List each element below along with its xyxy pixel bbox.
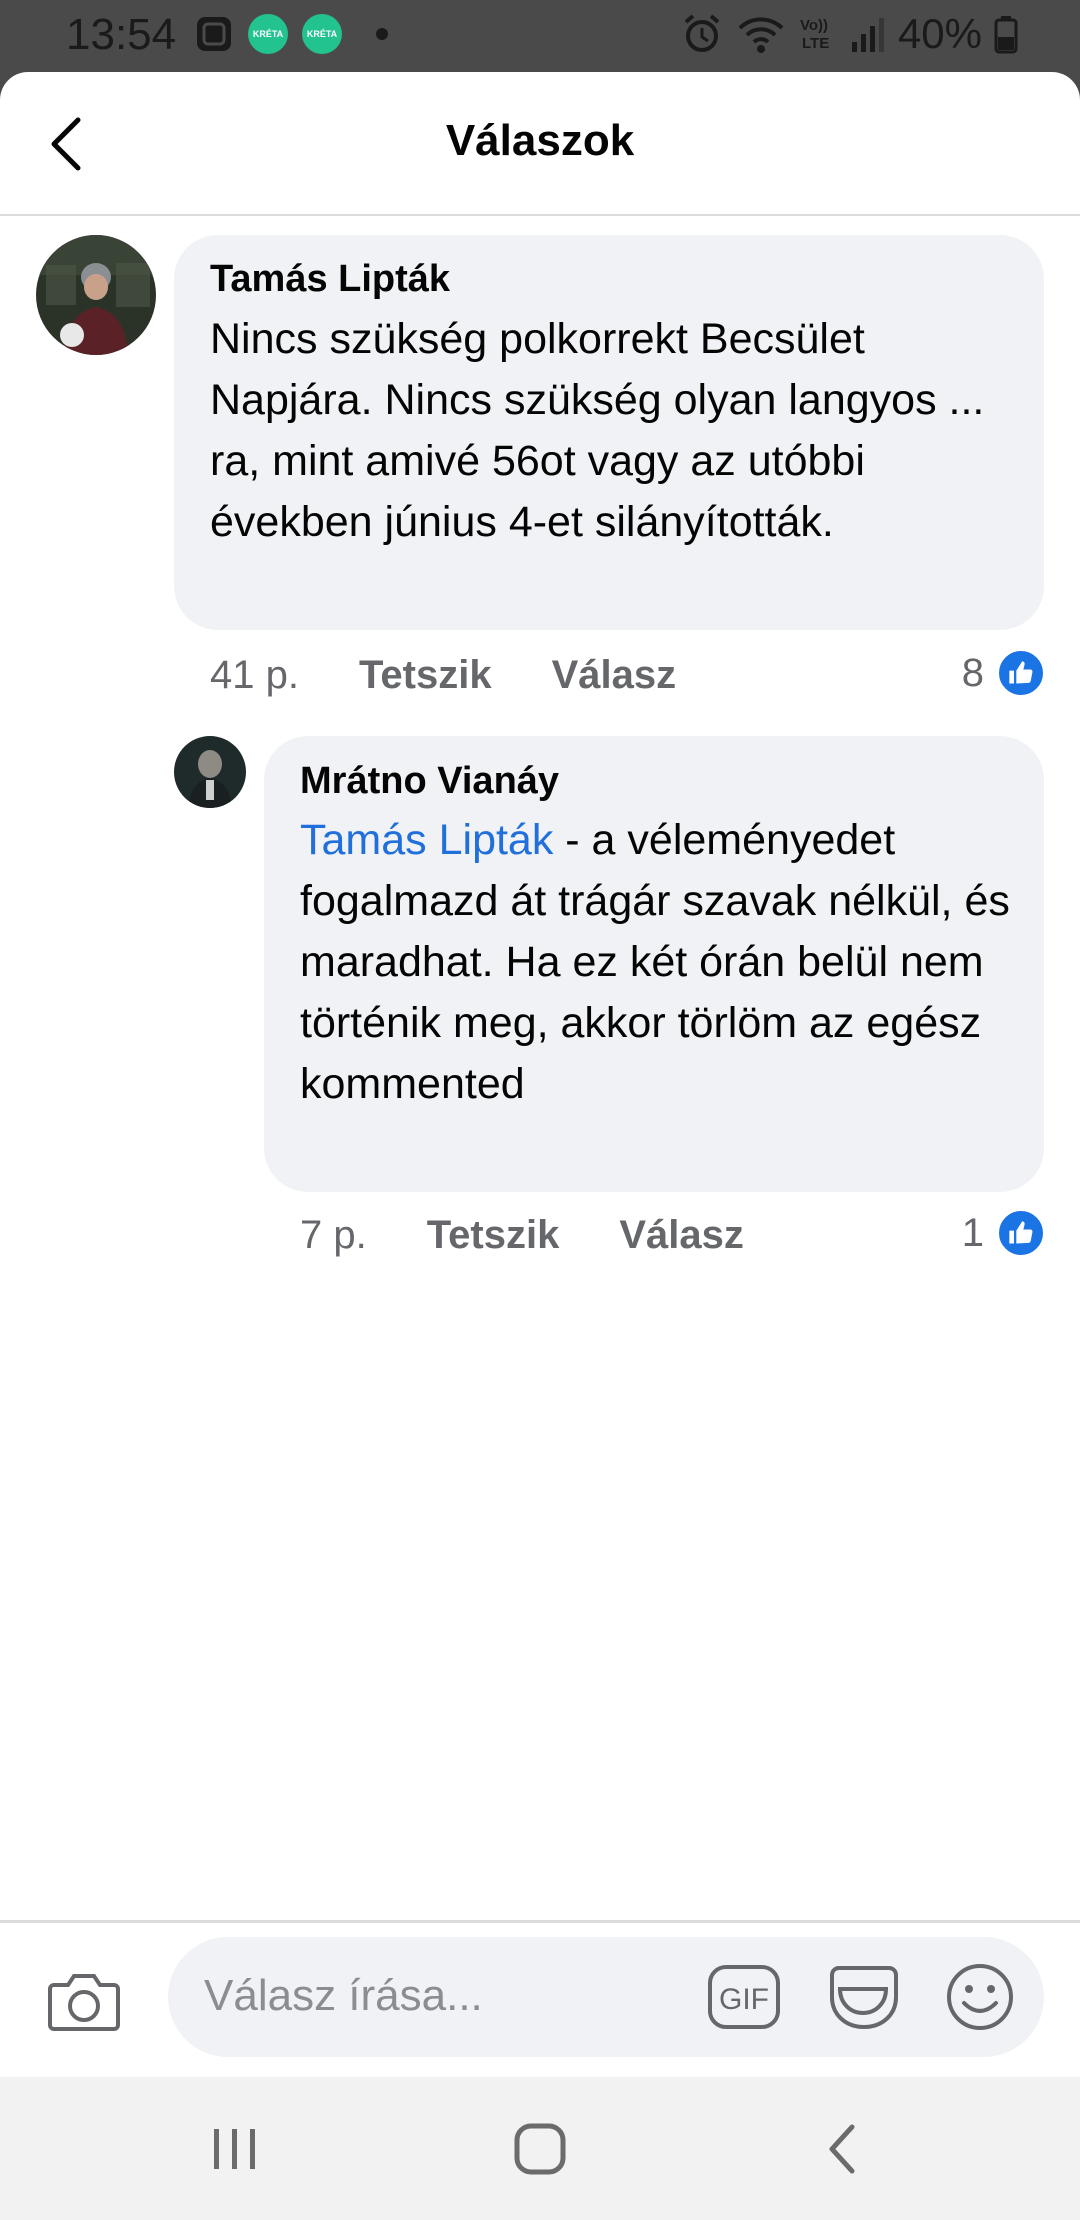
signal-icon	[851, 18, 884, 52]
reaction-count: 8	[961, 650, 984, 695]
system-nav-bar	[0, 2077, 1080, 2220]
home-button[interactable]	[510, 2121, 570, 2182]
sticker-button[interactable]	[826, 1961, 902, 2033]
kreta-app-icon: KRÉTA	[248, 14, 288, 54]
svg-text:LTE: LTE	[802, 35, 829, 52]
battery-icon	[994, 16, 1018, 54]
page-title: Válaszok	[445, 116, 635, 165]
recent-apps-icon	[214, 2129, 255, 2169]
kreta-app-icon: KRÉTA	[302, 14, 342, 54]
reply-placeholder: Válasz írása...	[204, 1971, 483, 2020]
comment-author[interactable]: Tamás Lipták	[210, 258, 450, 301]
comment-actions: 41 p. Tetszik Válasz	[210, 650, 676, 700]
emoji-button[interactable]	[942, 1961, 1018, 2033]
svg-text:GIF: GIF	[719, 1983, 769, 2016]
battery-percent: 40%	[897, 10, 982, 57]
gif-icon: GIF	[708, 1965, 780, 2029]
replies-sheet: Válaszok Tamás Lipták Nincs szükség polk…	[0, 72, 1080, 2077]
comment-time[interactable]: 41 p.	[210, 653, 299, 698]
comment-author[interactable]: Mrátno Vianáy	[300, 760, 559, 803]
sticker-icon	[830, 1966, 898, 2030]
like-reaction-icon	[996, 648, 1046, 698]
wifi-icon	[738, 17, 784, 53]
comment-text: Nincs szükség polkorrekt Becsület Napjár…	[210, 315, 985, 546]
comment-time[interactable]: 7 p.	[300, 1213, 367, 1258]
emoji-icon	[947, 1964, 1013, 2030]
camera-button[interactable]	[46, 1967, 122, 2037]
reply-composer: Válasz írása... GIF	[0, 1920, 1080, 2077]
status-bar: 13:54 KRÉTA KRÉTA Vo)) LTE 40%	[0, 0, 1080, 72]
like-reaction-icon	[996, 1208, 1046, 1258]
status-time: 13:54	[66, 10, 177, 59]
reply-input[interactable]: Válasz írása... GIF	[168, 1937, 1044, 2057]
like-button[interactable]: Tetszik	[359, 653, 492, 698]
recent-apps-button[interactable]	[210, 2121, 260, 2182]
avatar[interactable]	[36, 235, 156, 355]
reaction-count: 1	[961, 1210, 984, 1255]
comment-actions: 7 p. Tetszik Válasz	[300, 1210, 744, 1260]
reaction-summary[interactable]: 1	[962, 1208, 1046, 1258]
alarm-icon	[684, 14, 720, 52]
reaction-summary[interactable]: 8	[962, 648, 1046, 698]
reply-button[interactable]: Válasz	[619, 1213, 744, 1258]
gif-button[interactable]: GIF	[706, 1961, 782, 2033]
notification-dot	[376, 28, 388, 40]
back-nav-button[interactable]	[822, 2121, 862, 2182]
back-icon	[829, 2124, 855, 2174]
header: Válaszok	[0, 72, 1080, 216]
avatar[interactable]	[174, 736, 246, 808]
status-notification-icons: KRÉTA KRÉTA	[194, 14, 388, 54]
svg-text:Vo)): Vo))	[800, 17, 828, 34]
mention-link[interactable]: Tamás Lipták	[300, 816, 553, 864]
status-system-icons: Vo)) LTE 40%	[680, 10, 1018, 58]
comment-text: Tamás Lipták - a véleményedet fogalmazd …	[300, 810, 1020, 1115]
reply-button[interactable]: Válasz	[552, 653, 677, 698]
volte-icon: Vo)) LTE	[800, 17, 829, 52]
home-icon	[514, 2123, 566, 2175]
screenshot-icon	[197, 17, 231, 51]
like-button[interactable]: Tetszik	[427, 1213, 560, 1258]
camera-icon	[48, 1974, 120, 2031]
